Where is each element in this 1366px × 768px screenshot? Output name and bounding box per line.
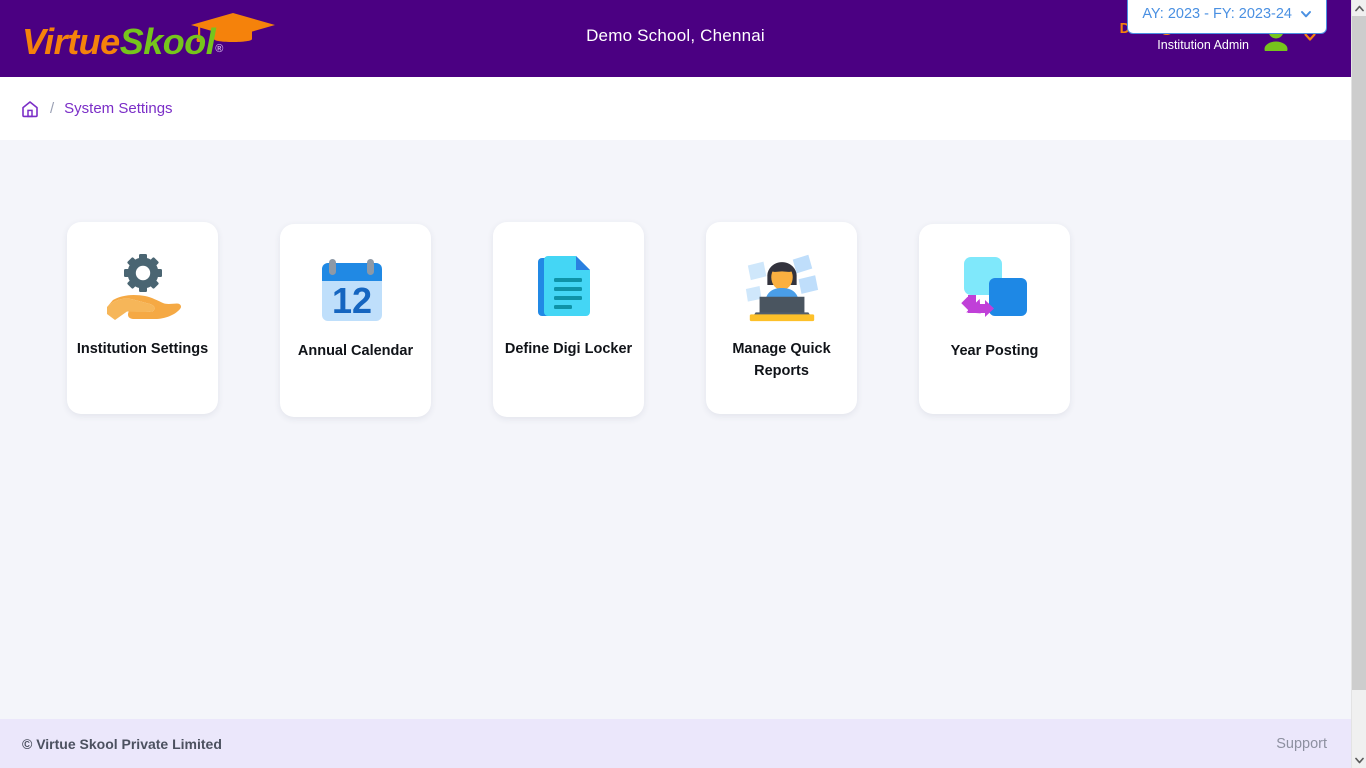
chevron-down-icon	[1355, 757, 1364, 763]
academic-year-selector[interactable]: AY: 2023 - FY: 2023-24	[1127, 0, 1327, 34]
breadcrumb-separator: /	[50, 100, 55, 117]
gear-in-hand-icon	[103, 244, 183, 330]
scrollbar-thumb[interactable]	[1352, 16, 1366, 690]
card-label: Year Posting	[950, 343, 1039, 359]
main-content: Institution Settings 12 Annual Calendar …	[0, 140, 1351, 719]
card-manage-quick-reports[interactable]: Manage Quick Reports	[706, 222, 857, 414]
app-footer: © Virtue Skool Private Limited Support	[0, 719, 1351, 768]
scrollbar-up-button[interactable]	[1352, 0, 1366, 16]
home-icon[interactable]	[20, 99, 40, 119]
scrollbar-down-button[interactable]	[1352, 752, 1366, 768]
page-scrollbar[interactable]	[1351, 0, 1366, 768]
breadcrumb: / System Settings	[20, 99, 173, 119]
card-label: Annual Calendar	[297, 343, 414, 359]
card-institution-settings[interactable]: Institution Settings	[67, 222, 218, 414]
calendar-icon: 12	[316, 246, 396, 332]
app-root: VirtueSkool® Demo School, Chennai Demo@E…	[0, 0, 1351, 768]
chevron-down-icon	[1301, 10, 1311, 17]
two-squares-arrow-icon	[955, 246, 1035, 332]
module-card-grid: Institution Settings 12 Annual Calendar …	[67, 222, 1070, 417]
chevron-up-icon	[1355, 5, 1364, 11]
footer-copyright: © Virtue Skool Private Limited	[22, 735, 222, 752]
user-role: Institution Admin	[1157, 38, 1249, 53]
card-label: Define Digi Locker	[504, 341, 633, 357]
documents-icon	[529, 244, 609, 330]
card-year-posting[interactable]: Year Posting	[919, 224, 1070, 414]
card-define-digi-locker[interactable]: Define Digi Locker	[493, 222, 644, 417]
breadcrumb-current[interactable]: System Settings	[64, 100, 172, 117]
footer-support-link[interactable]: Support	[1276, 736, 1327, 752]
card-annual-calendar[interactable]: 12 Annual Calendar	[280, 224, 431, 417]
calendar-day-number: 12	[331, 280, 371, 321]
person-at-laptop-icon	[742, 244, 822, 330]
academic-year-label: AY: 2023 - FY: 2023-24	[1142, 5, 1292, 22]
card-label: Institution Settings	[76, 341, 209, 357]
breadcrumb-bar: / System Settings AY: 2023 - FY: 2023-24	[0, 0, 1351, 140]
card-label: Manage Quick Reports	[732, 341, 831, 380]
